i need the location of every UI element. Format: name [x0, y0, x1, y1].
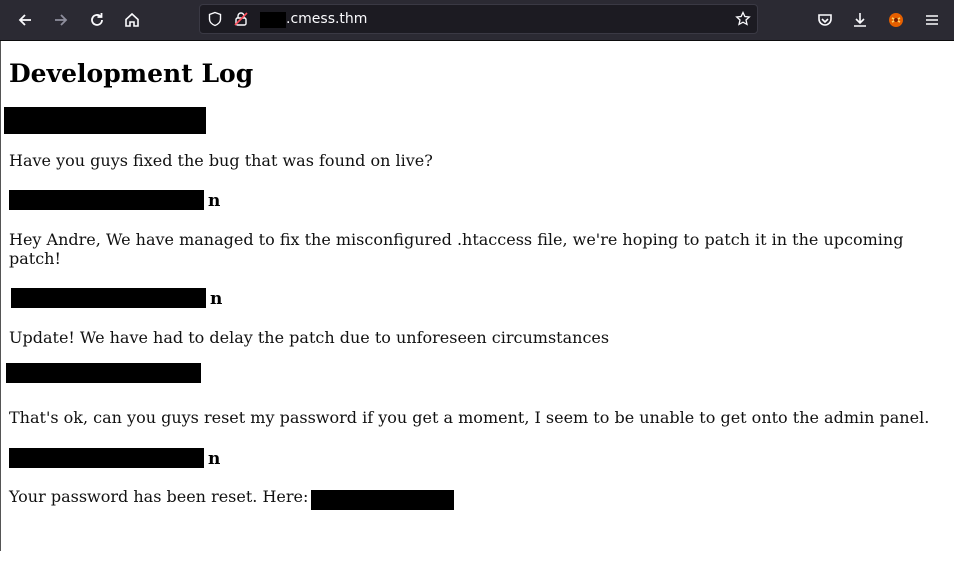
pocket-icon[interactable] [813, 8, 837, 32]
author-suffix: n [208, 191, 221, 211]
message-text: Hey Andre, We have managed to fix the mi… [9, 230, 904, 268]
message-text: That's ok, can you guys reset my passwor… [9, 408, 930, 427]
browser-toolbar: .cmess.thm [0, 0, 954, 41]
reload-icon[interactable] [85, 8, 109, 32]
page-title: Development Log [9, 59, 254, 88]
author-heading: n [11, 288, 222, 310]
author-suffix: n [208, 449, 221, 469]
author-redaction [6, 363, 201, 383]
message-text: Have you guys fixed the bug that was fou… [9, 151, 433, 170]
lock-icon[interactable] [233, 11, 249, 27]
page-bottom [0, 551, 954, 566]
author-redaction [9, 190, 204, 210]
author-redaction [11, 288, 206, 308]
extension-icon[interactable] [884, 8, 908, 32]
star-icon[interactable] [735, 10, 751, 27]
author-heading: n [9, 448, 220, 470]
hamburger-menu-icon[interactable] [920, 8, 944, 32]
message-text: Your password has been reset. Here: [9, 487, 309, 506]
url-redaction [260, 12, 286, 28]
tracking-shield-icon[interactable] [207, 11, 223, 27]
url-text[interactable]: .cmess.thm [286, 10, 367, 28]
author-heading: n [9, 190, 220, 212]
forward-arrow-icon[interactable] [49, 8, 73, 32]
author-redaction [9, 448, 204, 468]
url-bar[interactable]: .cmess.thm [199, 4, 758, 34]
download-icon[interactable] [848, 8, 872, 32]
author-redaction [4, 107, 206, 134]
message-text: Update! We have had to delay the patch d… [9, 328, 610, 347]
password-redaction [311, 490, 454, 510]
home-icon[interactable] [120, 8, 144, 32]
back-arrow-icon[interactable] [13, 8, 37, 32]
author-suffix: n [210, 289, 223, 309]
